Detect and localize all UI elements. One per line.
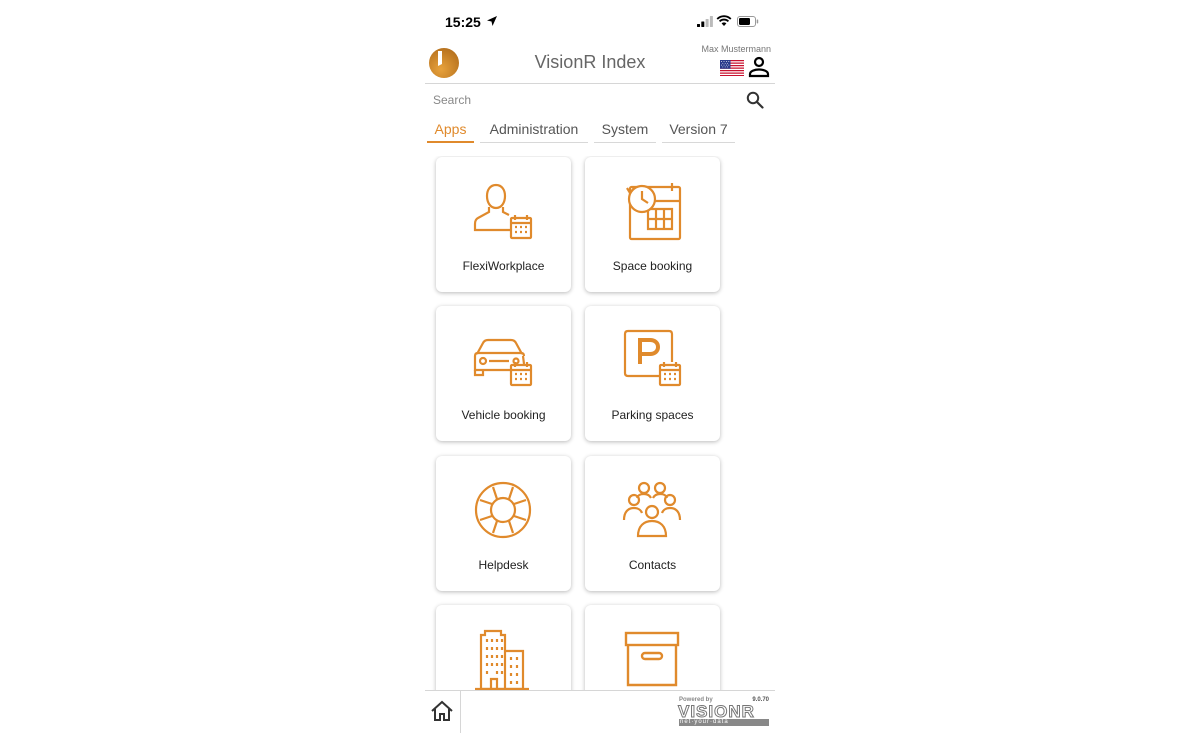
app-tile-label: Space booking — [612, 259, 693, 273]
search-icon[interactable] — [746, 91, 764, 109]
app-tile-parking-spaces[interactable]: Parking spaces — [585, 306, 720, 441]
app-tile-flexiworkplace[interactable]: FlexiWorkplace — [436, 157, 571, 292]
username-label: Max Mustermann — [701, 44, 771, 54]
app-tile-buildings[interactable] — [436, 605, 571, 690]
app-header: VisionR Index Max Mustermann — [425, 44, 775, 84]
visionr-brand-logo: Powered by 9.0.70 VISIONR net·your·data — [677, 695, 771, 727]
archive-box-icon — [624, 631, 680, 687]
search-bar — [425, 84, 775, 116]
search-input[interactable] — [433, 90, 733, 110]
location-arrow-icon — [487, 16, 497, 26]
status-bar: 15:25 — [425, 0, 775, 44]
app-tile-contacts[interactable]: Contacts — [585, 456, 720, 591]
app-grid: FlexiWorkplace Space booking Vehicle boo… — [425, 156, 775, 690]
app-tile-label: FlexiWorkplace — [462, 259, 545, 273]
app-tile-label: Helpdesk — [478, 558, 529, 572]
parking-calendar-icon — [623, 329, 682, 387]
car-calendar-icon — [473, 338, 533, 387]
lifebuoy-icon — [474, 481, 532, 539]
clock-calendar-icon — [626, 183, 682, 241]
tab-administration[interactable]: Administration — [480, 118, 588, 143]
footer-bar: Powered by 9.0.70 VISIONR net·your·data — [425, 690, 775, 733]
person-calendar-icon — [473, 183, 533, 240]
tab-apps[interactable]: Apps — [427, 118, 474, 143]
brand-tagline: net·your·data — [679, 719, 769, 726]
buildings-icon — [475, 629, 529, 690]
battery-icon — [737, 16, 759, 27]
app-screen: 15:25 VisionR Index Max Mustermann Searc… — [425, 0, 775, 745]
page-title: VisionR Index — [534, 52, 646, 72]
app-tile-label: Vehicle booking — [461, 408, 546, 422]
tab-bar: Apps Administration System Version 7 — [425, 118, 775, 144]
app-tile-label: Parking spaces — [611, 408, 694, 422]
app-tile-label: Contacts — [628, 558, 677, 572]
app-tile-space-booking[interactable]: Space booking — [585, 157, 720, 292]
status-time: 15:25 — [445, 14, 481, 30]
tab-system[interactable]: System — [594, 118, 656, 143]
group-icon — [622, 481, 682, 538]
tab-version-7[interactable]: Version 7 — [662, 118, 735, 143]
app-tile-vehicle-booking[interactable]: Vehicle booking — [436, 306, 571, 441]
wifi-icon — [716, 15, 732, 26]
app-tile-helpdesk[interactable]: Helpdesk — [436, 456, 571, 591]
home-icon[interactable] — [429, 699, 455, 723]
app-tile-archive[interactable] — [585, 605, 720, 690]
cellular-signal-icon — [697, 16, 713, 27]
footer-divider — [460, 691, 461, 733]
us-flag-icon[interactable] — [720, 60, 744, 76]
user-account-icon[interactable] — [747, 55, 771, 79]
